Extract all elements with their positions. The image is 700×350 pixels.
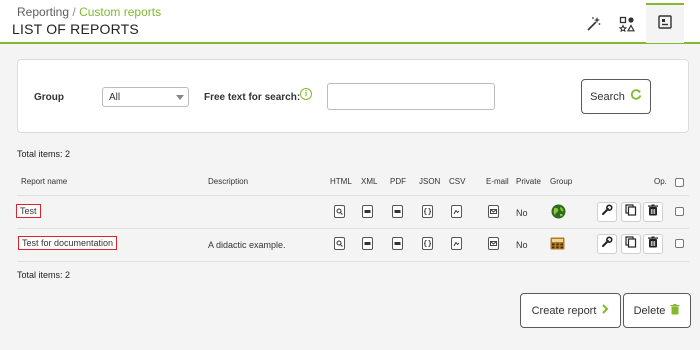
create-report-label: Create report [531, 304, 597, 317]
row-divider [17, 228, 689, 229]
col-csv: CSV [449, 177, 466, 186]
total-items-top: Total items: 2 [17, 149, 71, 159]
report-description: A didactic example. [208, 240, 286, 250]
xml-export-icon[interactable] [362, 237, 373, 250]
col-pdf: PDF [390, 177, 406, 186]
refresh-icon [630, 89, 642, 104]
copy-icon [625, 203, 637, 221]
breadcrumb-separator: / [72, 5, 76, 19]
wizard-icon[interactable] [578, 9, 608, 39]
edit-report-button[interactable] [597, 202, 617, 222]
copy-icon [625, 235, 637, 253]
delete-report-button[interactable] [643, 202, 663, 222]
shapes-icon[interactable] [612, 9, 642, 39]
col-private: Private [516, 177, 541, 186]
calculator-icon [550, 237, 565, 255]
row-checkbox[interactable] [675, 239, 684, 248]
email-icon[interactable] [488, 205, 499, 218]
row-divider [17, 261, 689, 262]
html-export-icon[interactable] [334, 205, 345, 218]
chevron-right-icon [601, 304, 609, 317]
copy-report-button[interactable] [621, 202, 641, 222]
pdf-export-icon[interactable] [392, 205, 403, 218]
select-all-checkbox[interactable] [675, 178, 684, 187]
search-input[interactable] [327, 83, 495, 110]
col-description: Description [208, 177, 249, 186]
pdf-export-icon[interactable] [392, 237, 403, 250]
group-select[interactable]: All [102, 87, 189, 107]
col-report-name: Report name [21, 177, 68, 186]
col-html: HTML [330, 177, 352, 186]
search-label: Free text for search: [204, 92, 301, 103]
report-name-link[interactable]: Test [16, 204, 41, 218]
total-items-bottom: Total items: 2 [17, 270, 71, 280]
wrench-icon [601, 235, 613, 253]
breadcrumb-root[interactable]: Reporting [17, 5, 69, 19]
row-checkbox[interactable] [675, 207, 684, 216]
group-select-value: All [109, 92, 121, 103]
trash-icon [670, 303, 680, 318]
search-button-label: Search [590, 90, 625, 103]
col-group: Group [550, 177, 573, 186]
wrench-icon [601, 203, 613, 221]
report-name-link[interactable]: Test for documentation [18, 236, 118, 250]
private-value: No [516, 240, 528, 250]
create-report-button[interactable]: Create report [520, 293, 621, 328]
page-header: Reporting / Custom reports LIST OF REPOR… [0, 0, 700, 44]
email-icon[interactable] [488, 237, 499, 250]
row-divider [17, 195, 689, 196]
breadcrumb: Reporting / Custom reports [17, 5, 161, 19]
xml-export-icon[interactable] [362, 205, 373, 218]
trash-icon [647, 203, 659, 221]
json-export-icon[interactable] [422, 205, 433, 218]
report-list-icon [658, 14, 672, 34]
group-label: Group [34, 92, 64, 103]
breadcrumb-current[interactable]: Custom reports [79, 5, 161, 19]
edit-report-button[interactable] [597, 234, 617, 254]
trash-icon [647, 235, 659, 253]
private-value: No [516, 208, 528, 218]
col-op: Op. [654, 177, 667, 186]
info-icon[interactable]: i [300, 88, 312, 100]
csv-export-icon[interactable] [451, 237, 462, 250]
filter-panel: Group All Free text for search: i Search [17, 59, 689, 133]
copy-report-button[interactable] [621, 234, 641, 254]
html-export-icon[interactable] [334, 237, 345, 250]
delete-report-button[interactable] [643, 234, 663, 254]
search-button[interactable]: Search [581, 79, 651, 114]
col-xml: XML [361, 177, 378, 186]
csv-export-icon[interactable] [451, 205, 462, 218]
delete-button[interactable]: Delete [623, 293, 691, 328]
col-email: E-mail [486, 177, 509, 186]
page-title: LIST OF REPORTS [12, 21, 139, 37]
col-json: JSON [419, 177, 441, 186]
globe-icon [551, 204, 566, 224]
chevron-down-icon [176, 95, 184, 100]
report-list-tab[interactable] [646, 3, 684, 43]
json-export-icon[interactable] [422, 237, 433, 250]
delete-label: Delete [633, 304, 666, 317]
